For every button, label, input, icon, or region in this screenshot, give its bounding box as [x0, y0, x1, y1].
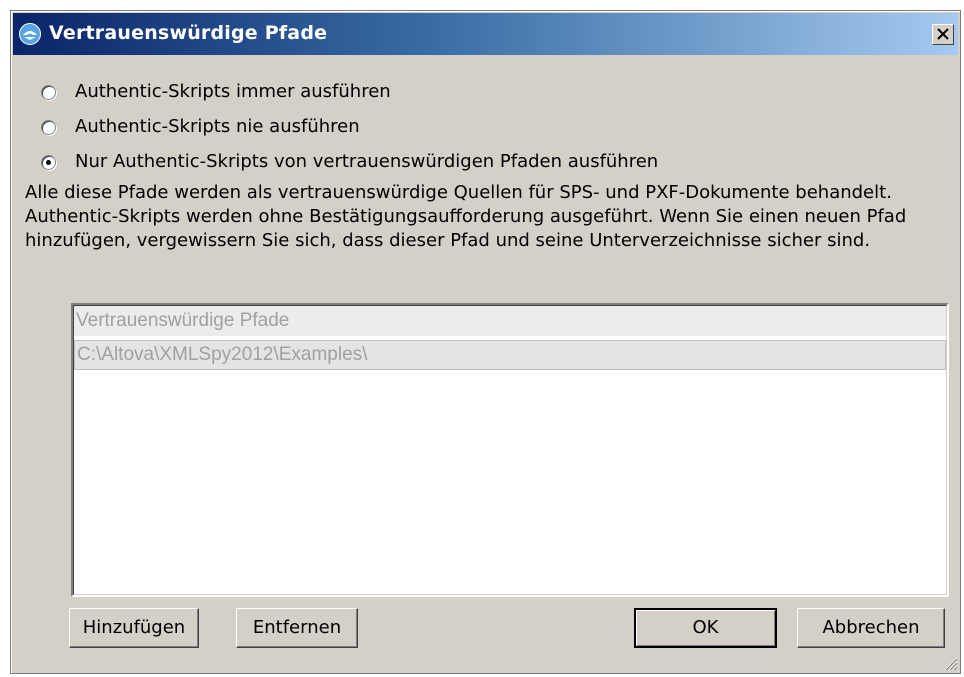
radio-button-selected[interactable]: [41, 155, 56, 170]
title-bar[interactable]: Vertrauenswürdige Pfade: [13, 13, 958, 55]
radio-label: Nur Authentic-Skripts von vertrauenswürd…: [75, 151, 659, 172]
altova-app-icon: [19, 23, 41, 45]
list-column-header: Vertrauenswürdige Pfade: [74, 306, 946, 336]
radio-label: Authentic-Skripts nie ausführen: [75, 116, 360, 137]
radio-button[interactable]: [41, 85, 56, 100]
remove-button[interactable]: Entfernen: [236, 608, 358, 648]
close-icon: [937, 28, 949, 40]
description-text: Alle diese Pfade werden als vertrauenswü…: [25, 182, 907, 251]
radio-button[interactable]: [41, 120, 56, 135]
close-button[interactable]: [932, 24, 954, 45]
add-button[interactable]: Hinzufügen: [69, 608, 199, 648]
trusted-paths-list[interactable]: Vertrauenswürdige Pfade C:\Altova\XMLSpy…: [71, 303, 949, 597]
cancel-button[interactable]: Abbrechen: [797, 608, 945, 648]
dialog-title: Vertrauenswürdige Pfade: [49, 22, 328, 44]
ok-button[interactable]: OK: [634, 608, 777, 648]
list-item[interactable]: C:\Altova\XMLSpy2012\Examples\: [74, 340, 946, 370]
dialog-window: Vertrauenswürdige Pfade Authentic-Skript…: [10, 10, 961, 674]
radio-label: Authentic-Skripts immer ausführen: [75, 81, 391, 102]
resize-grip-icon[interactable]: [942, 655, 958, 671]
